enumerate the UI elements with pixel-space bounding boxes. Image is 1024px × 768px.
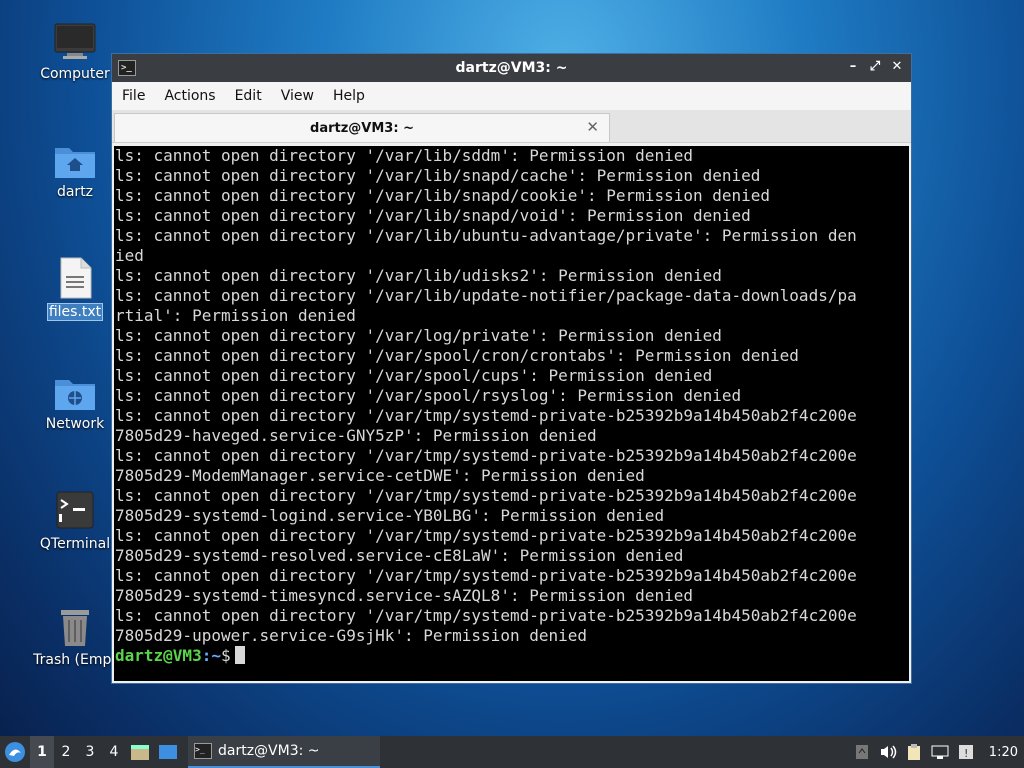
trash-icon bbox=[61, 610, 89, 646]
minimize-icon[interactable]: – bbox=[845, 58, 861, 76]
home-folder-icon bbox=[55, 148, 95, 178]
taskbar-window-label: dartz@VM3: ~ bbox=[218, 743, 320, 759]
text-cursor bbox=[234, 646, 245, 664]
tab-terminal[interactable]: dartz@VM3: ~ ✕ bbox=[114, 113, 610, 142]
close-icon[interactable]: ✕ bbox=[889, 58, 905, 76]
menubar: File Actions Edit View Help bbox=[112, 82, 911, 110]
tab-close-icon[interactable]: ✕ bbox=[586, 118, 599, 136]
desktop-icon-label: QTerminal bbox=[39, 536, 111, 552]
terminal-line: 7805d29-ModemManager.service-cetDWE': Pe… bbox=[115, 466, 645, 485]
text-file-icon bbox=[60, 257, 92, 299]
lubuntu-logo-icon bbox=[5, 742, 25, 762]
terminal-line: ls: cannot open directory '/var/lib/upda… bbox=[115, 286, 857, 305]
desktop-icon-files-txt[interactable]: files.txt bbox=[30, 256, 120, 321]
notification-icon[interactable]: ! bbox=[953, 736, 979, 768]
terminal-line: ls: cannot open directory '/var/lib/snap… bbox=[115, 186, 771, 205]
taskbar: 1 2 3 4 >_ dartz@VM3: ~ ! 1:20 bbox=[0, 736, 1024, 768]
network-folder-icon bbox=[55, 380, 95, 410]
terminal-line: ls: cannot open directory '/var/spool/cr… bbox=[115, 346, 799, 365]
monitor-icon bbox=[54, 23, 96, 59]
workspace-1[interactable]: 1 bbox=[30, 736, 54, 768]
window-title: dartz@VM3: ~ bbox=[455, 60, 568, 76]
terminal-line: 7805d29-systemd-logind.service-YB0LBG': … bbox=[115, 506, 665, 525]
desktop-icon-label: Computer bbox=[40, 66, 110, 82]
terminal-window: >_ dartz@VM3: ~ – ⤢ ✕ File Actions Edit … bbox=[111, 53, 912, 684]
desktop-icon-label: Trash (Empt bbox=[33, 652, 117, 668]
terminal-task-icon: >_ bbox=[194, 743, 212, 759]
menu-view[interactable]: View bbox=[275, 88, 327, 104]
svg-text:!: ! bbox=[964, 747, 968, 760]
menu-edit[interactable]: Edit bbox=[229, 88, 275, 104]
terminal-line: 7805d29-upower.service-G9sjHk': Permissi… bbox=[115, 626, 588, 645]
terminal-line: rtial': Permission denied bbox=[115, 306, 356, 325]
desktop-icon-trash[interactable]: Trash (Empt bbox=[30, 606, 120, 668]
terminal-line: ls: cannot open directory '/var/lib/snap… bbox=[115, 206, 751, 225]
terminal-line: ls: cannot open directory '/var/tmp/syst… bbox=[115, 606, 857, 625]
desktop-icon-label: dartz bbox=[56, 184, 94, 200]
menu-file[interactable]: File bbox=[116, 88, 158, 104]
tray-expand-icon[interactable] bbox=[849, 736, 875, 768]
terminal-line: ied bbox=[115, 246, 144, 265]
terminal-prompt: dartz@VM3:~$ bbox=[115, 646, 909, 666]
terminal-icon bbox=[56, 491, 94, 529]
clock[interactable]: 1:20 bbox=[979, 745, 1024, 760]
terminal-line: ls: cannot open directory '/var/lib/ubun… bbox=[115, 226, 857, 245]
desktop-icon-home[interactable]: dartz bbox=[30, 142, 120, 200]
volume-icon[interactable] bbox=[875, 736, 901, 768]
menu-help[interactable]: Help bbox=[327, 88, 378, 104]
terminal-line: ls: cannot open directory '/var/tmp/syst… bbox=[115, 446, 857, 465]
terminal-line: 7805d29-haveged.service-GNY5zP': Permiss… bbox=[115, 426, 597, 445]
tab-label: dartz@VM3: ~ bbox=[310, 120, 414, 136]
desktop-icon-label: files.txt bbox=[46, 303, 104, 321]
desktop-icon-network[interactable]: Network bbox=[30, 374, 120, 432]
terminal-line: ls: cannot open directory '/var/tmp/syst… bbox=[115, 406, 857, 425]
show-desktop-button[interactable] bbox=[154, 736, 182, 768]
terminal-line: ls: cannot open directory '/var/lib/snap… bbox=[115, 166, 761, 185]
start-menu-button[interactable] bbox=[0, 736, 30, 768]
desktop-icon-label: Network bbox=[45, 416, 105, 432]
file-manager-icon bbox=[131, 745, 149, 760]
tab-bar: dartz@VM3: ~ ✕ bbox=[112, 110, 911, 143]
clipboard-icon[interactable] bbox=[901, 736, 927, 768]
desktop-icon-computer[interactable]: Computer bbox=[30, 22, 120, 82]
terminal-line: ls: cannot open directory '/var/spool/rs… bbox=[115, 386, 742, 405]
terminal-line: 7805d29-systemd-resolved.service-cE8LaW'… bbox=[115, 546, 684, 565]
workspace-4[interactable]: 4 bbox=[102, 736, 126, 768]
desktop-icon-qterminal[interactable]: QTerminal bbox=[30, 490, 120, 552]
network-status-icon[interactable] bbox=[927, 736, 953, 768]
terminal-line: ls: cannot open directory '/var/tmp/syst… bbox=[115, 486, 857, 505]
terminal-app-icon: >_ bbox=[118, 60, 136, 76]
maximize-icon[interactable]: ⤢ bbox=[867, 58, 883, 76]
taskbar-window-terminal[interactable]: >_ dartz@VM3: ~ bbox=[188, 736, 380, 768]
window-titlebar[interactable]: >_ dartz@VM3: ~ – ⤢ ✕ bbox=[112, 54, 911, 82]
show-desktop-icon bbox=[159, 745, 177, 759]
terminal-line: ls: cannot open directory '/var/lib/sddm… bbox=[115, 146, 693, 165]
workspace-3[interactable]: 3 bbox=[78, 736, 102, 768]
workspace-2[interactable]: 2 bbox=[54, 736, 78, 768]
terminal-output[interactable]: ls: cannot open directory '/var/lib/sddm… bbox=[114, 146, 909, 681]
menu-actions[interactable]: Actions bbox=[158, 88, 228, 104]
terminal-line: 7805d29-systemd-timesyncd.service-sAZQL8… bbox=[115, 586, 693, 605]
terminal-line: ls: cannot open directory '/var/tmp/syst… bbox=[115, 566, 857, 585]
terminal-line: ls: cannot open directory '/var/lib/udis… bbox=[115, 266, 722, 285]
file-manager-launcher[interactable] bbox=[126, 736, 154, 768]
terminal-line: ls: cannot open directory '/var/tmp/syst… bbox=[115, 526, 857, 545]
terminal-line: ls: cannot open directory '/var/spool/cu… bbox=[115, 366, 713, 385]
terminal-line: ls: cannot open directory '/var/log/priv… bbox=[115, 326, 722, 345]
system-tray: ! 1:20 bbox=[849, 736, 1024, 768]
